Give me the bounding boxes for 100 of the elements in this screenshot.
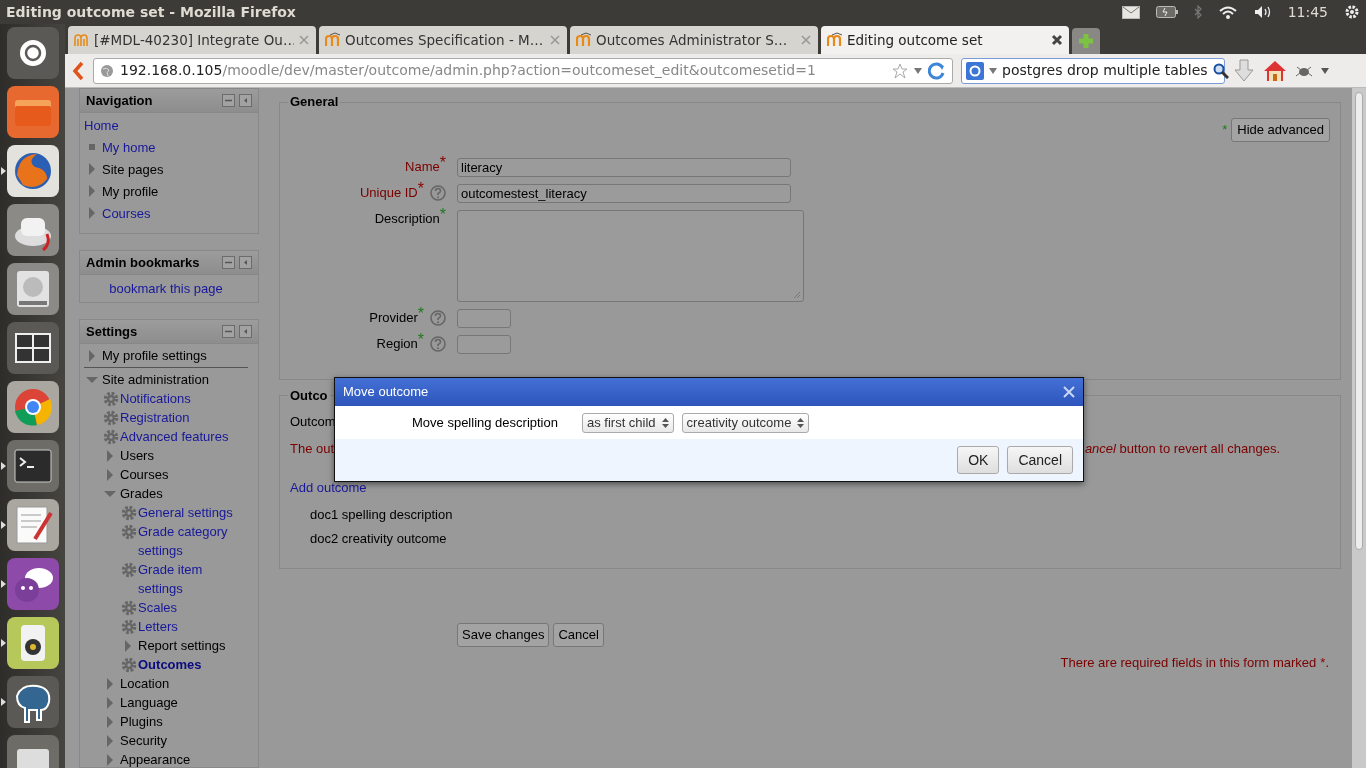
nav-item[interactable]: My profile [102,181,159,203]
browser-tab[interactable]: Outcomes Specification - M… [319,26,567,54]
nav-link[interactable]: Home [84,115,119,137]
volume-icon[interactable] [1253,5,1272,19]
nav-link[interactable]: Grade category settings [138,522,248,560]
address-field[interactable]: 192.168.0.105/moodle/dev/master/outcome/admin.php?action=outcomeset_edit&outcomesetid=1 [93,57,953,84]
text-field[interactable] [457,334,511,354]
nav-item[interactable]: Location [120,674,170,693]
gear-icon[interactable] [120,560,138,579]
search-icon[interactable] [1212,62,1229,79]
select-field[interactable]: creativity outcome [681,412,810,433]
gear-icon[interactable] [120,522,138,541]
nav-link[interactable]: Advanced features [120,427,229,446]
battery-icon[interactable] [1155,6,1178,18]
gear-icon[interactable] [120,598,138,617]
nav-item[interactable]: Language [120,693,178,712]
nav-item[interactable]: Courses [120,465,169,484]
back-icon[interactable] [71,60,85,81]
dock-icon[interactable] [239,256,252,269]
nav-link[interactable]: bookmark this page [109,279,223,298]
gear-icon[interactable] [102,427,120,446]
cancel-button[interactable]: Cancel [553,623,604,647]
help-icon[interactable] [430,185,446,201]
notepad-icon[interactable] [6,499,59,551]
dropdown-icon[interactable] [989,67,997,74]
search-engine-icon[interactable] [966,61,984,80]
gear-icon[interactable] [120,617,138,636]
text-field[interactable]: literacy [457,157,791,177]
nav-item[interactable]: Appearance [120,750,191,767]
nav-item[interactable]: Site pages [102,159,164,181]
nav-link[interactable]: Registration [120,408,190,427]
settings-icon[interactable] [1344,4,1360,20]
nav-item[interactable]: Users [120,446,154,465]
nav-link[interactable]: Scales [138,598,178,617]
nav-item[interactable]: Site administration [102,370,209,389]
home-icon[interactable] [1263,59,1287,82]
gear-icon[interactable] [120,503,138,522]
cancel-button[interactable]: Cancel [1007,446,1073,474]
dock-icon[interactable] [239,325,252,338]
terminal-icon[interactable] [6,440,59,492]
circle-logo-icon[interactable] [6,27,59,79]
nav-link[interactable]: My home [102,137,156,159]
dock-icon[interactable] [239,94,252,107]
dropdown-icon[interactable] [914,67,922,74]
text-field[interactable] [457,308,511,328]
nav-item[interactable]: Security [120,731,167,750]
minimize-icon[interactable] [222,94,235,107]
select-field[interactable]: as first child [581,412,674,433]
nav-link[interactable]: Courses [102,203,151,225]
gear-icon[interactable] [102,408,120,427]
move-label: Move spelling description [412,413,558,432]
outcome-item[interactable]: doc1 spelling description [310,507,453,522]
spinner-icon [797,416,805,429]
help-icon[interactable] [430,310,446,326]
nav-item[interactable]: My profile settings [102,346,207,365]
outcome-item[interactable]: doc2 creativity outcome [310,530,447,546]
star-icon[interactable] [892,62,908,79]
nav-item[interactable]: Report settings [138,636,226,655]
browser-tab[interactable]: [#MDL-40230] Integrate Ou… [68,26,316,54]
browser-tab[interactable]: Editing outcome set [821,26,1069,54]
dropdown-icon[interactable] [1321,67,1329,74]
logo-icon [74,32,90,48]
mail-icon[interactable] [1121,5,1140,19]
workspace-icon[interactable] [6,322,59,374]
browser-icon[interactable] [6,381,59,433]
required-mark: * [439,210,446,221]
scrollbar[interactable] [1352,88,1366,768]
chat-bubble-icon[interactable] [6,558,59,610]
nav-item[interactable]: Grades [120,484,163,503]
hard-drive-icon[interactable] [6,263,59,315]
minimize-icon[interactable] [222,325,235,338]
save-button[interactable]: Save changes [457,623,550,647]
add-outcome-link[interactable]: Add outcome [290,479,367,495]
folder-icon[interactable] [6,86,59,138]
nav-link[interactable]: Notifications [120,389,191,408]
scrollbar-thumb[interactable] [1355,92,1363,550]
browser-tab[interactable]: Outcomes Administrator S… [570,26,818,54]
ok-button[interactable]: OK [957,446,1000,474]
nav-item[interactable]: Plugins [120,712,163,731]
gear-icon[interactable] [102,389,120,408]
hide-advanced-button[interactable]: Hide advanced [1231,118,1330,142]
advanced-mark: * [1222,121,1228,139]
clock: 11:45 [1287,2,1328,22]
nav-link[interactable]: Grade item settings [138,560,248,598]
minimize-icon[interactable] [222,256,235,269]
resize-grip-icon[interactable] [793,290,801,299]
nav-link[interactable]: Letters [138,617,178,636]
bluetooth-icon[interactable] [1193,5,1202,19]
gear-icon[interactable] [120,655,138,674]
reload-icon[interactable] [928,61,946,80]
speaker-icon[interactable] [6,617,59,669]
new-tab-button[interactable] [1072,28,1100,54]
wifi-icon[interactable] [1217,5,1238,19]
help-icon[interactable] [430,336,446,352]
text-field[interactable]: outcomestest_literacy [457,183,791,203]
description-field[interactable] [457,209,804,302]
close-icon[interactable] [1051,34,1063,46]
nav-link[interactable]: Outcomes [138,655,202,674]
nav-link[interactable]: General settings [138,503,233,522]
block-title: Navigation [86,91,153,110]
